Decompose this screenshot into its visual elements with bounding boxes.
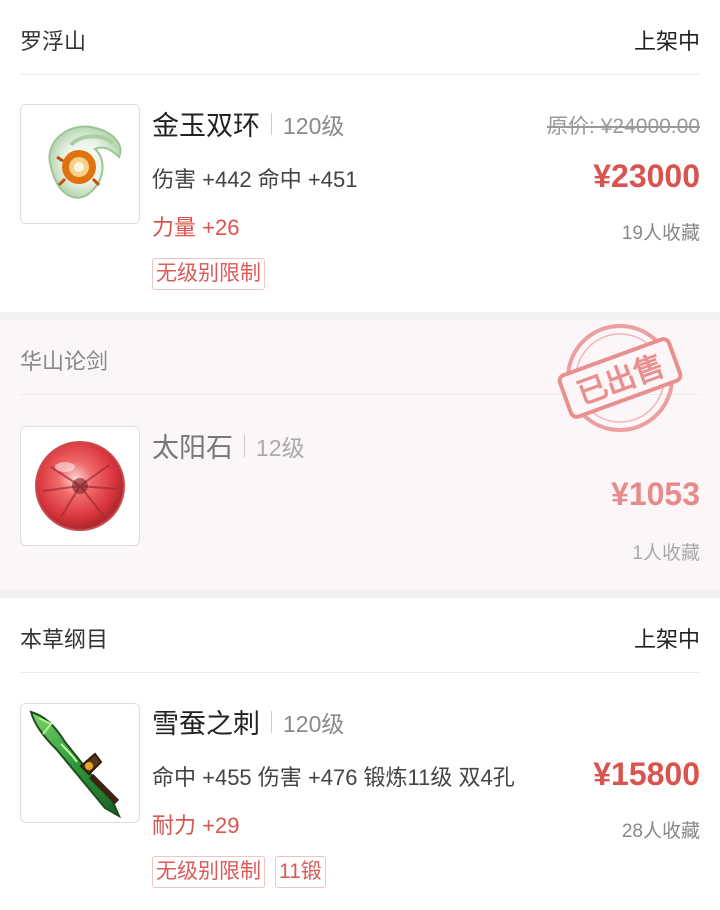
item-name: 太阳石 xyxy=(152,433,233,463)
tag-list: 无级别限制 11锻 xyxy=(152,856,326,888)
green-dagger-weapon-icon[interactable] xyxy=(20,703,140,823)
jade-ring-weapon-icon[interactable] xyxy=(20,104,140,224)
title-divider xyxy=(271,112,272,135)
item-level: 120级 xyxy=(283,112,345,139)
item-bonus: 力量 +26 xyxy=(152,215,240,240)
tag-list: 无级别限制 xyxy=(152,258,265,290)
price: ¥15800 xyxy=(593,756,700,792)
original-price: 原价: ¥24000.00 xyxy=(547,115,700,138)
listing-header: 本草纲目 上架中 xyxy=(20,598,700,673)
server-name: 本草纲目 xyxy=(20,627,109,652)
level-limit-tag: 无级别限制 xyxy=(152,258,265,290)
sun-stone-gem-icon[interactable] xyxy=(20,426,140,546)
price: ¥23000 xyxy=(593,158,700,194)
item-level: 12级 xyxy=(256,434,305,461)
listing-card[interactable]: 罗浮山 上架中 金玉双环 120级 伤害 +442 命中 +451 力量 +26 xyxy=(0,0,720,312)
section-divider xyxy=(0,590,720,598)
sold-stamp-icon: 已出售 xyxy=(557,324,683,432)
item-title: 太阳石 12级 xyxy=(152,426,305,465)
listing-header: 罗浮山 上架中 xyxy=(20,0,700,75)
title-divider xyxy=(271,710,272,733)
item-title: 金玉双环 120级 xyxy=(152,104,344,143)
server-name: 华山论剑 xyxy=(20,349,109,374)
favorite-count: 19人收藏 xyxy=(621,223,700,244)
item-title: 雪蚕之刺 120级 xyxy=(152,702,344,741)
favorite-count: 28人收藏 xyxy=(621,821,700,842)
item-stats: 伤害 +442 命中 +451 xyxy=(152,167,358,192)
item-name: 金玉双环 xyxy=(152,111,260,141)
server-name: 罗浮山 xyxy=(20,29,87,54)
forge-level-tag: 11锻 xyxy=(275,856,326,888)
price: ¥1053 xyxy=(611,476,700,512)
item-level: 120级 xyxy=(283,710,345,737)
level-limit-tag: 无级别限制 xyxy=(152,856,265,888)
item-name: 雪蚕之刺 xyxy=(152,709,260,739)
item-bonus: 耐力 +29 xyxy=(152,813,240,838)
item-stats: 命中 +455 伤害 +476 锻炼11级 双4孔 xyxy=(152,765,515,790)
listing-status: 上架中 xyxy=(633,29,700,54)
listing-status: 上架中 xyxy=(633,627,700,652)
favorite-count: 1人收藏 xyxy=(632,543,700,564)
title-divider xyxy=(244,434,245,457)
listing-card[interactable]: 本草纲目 上架中 雪蚕之刺 120级 命中 +455 伤害 +476 锻炼11级… xyxy=(0,598,720,910)
